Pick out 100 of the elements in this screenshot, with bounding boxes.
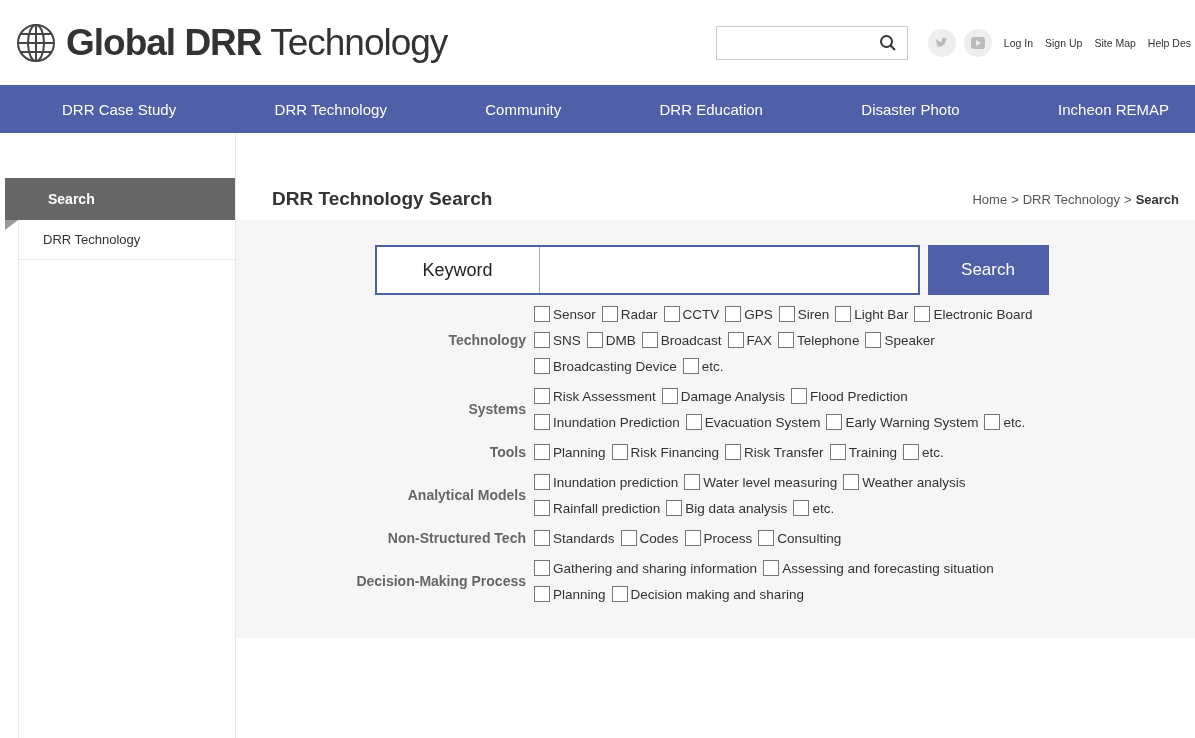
checkbox[interactable] [763,560,780,576]
option-label: Process [703,530,753,546]
checkbox[interactable] [534,414,550,430]
option-label: Risk Transfer [744,444,824,460]
option-label: Telephone [797,332,860,348]
breadcrumb-item: DRR Technology [1022,191,1121,207]
breadcrumb-item: Search [1135,191,1179,207]
option-label: Light Bar [854,306,909,322]
option-label: Decision making and sharing [630,586,804,602]
checkbox[interactable] [666,500,683,516]
sidebar-title: Search [5,178,235,220]
checkbox[interactable] [902,444,919,460]
breadcrumb-item: > [1124,191,1132,207]
checkbox[interactable] [984,414,1001,430]
header-link[interactable]: Site Map [1094,36,1136,49]
checkbox[interactable] [586,332,603,348]
checkbox[interactable] [684,474,701,490]
checkbox[interactable] [611,586,628,602]
checkbox[interactable] [534,444,550,460]
checkbox[interactable] [727,332,744,348]
option-label: etc. [812,500,835,516]
filter-label: Systems [467,401,527,417]
checkbox[interactable] [620,530,637,546]
keyword-field[interactable]: Keyword [374,245,920,295]
checkbox[interactable] [865,332,882,348]
checkbox[interactable] [534,306,550,322]
option-label: Training [848,444,897,460]
option-label: SNS [553,332,581,348]
option-label: Risk Assessment [553,388,656,404]
checkbox[interactable] [534,500,550,516]
option-label: Water level measuring [703,474,838,490]
search-icon[interactable] [878,33,897,52]
filter-label: Non-Structured Tech [386,530,527,546]
option-label: Siren [797,306,830,322]
nav-item[interactable]: Disaster Photo [861,100,960,118]
option-label: CCTV [682,306,720,322]
header-link[interactable]: Log In [1003,36,1033,49]
checkbox[interactable] [534,586,550,602]
checkbox[interactable] [725,444,742,460]
option-label: etc. [701,358,724,374]
sidebar-item[interactable]: DRR Technology [19,220,235,260]
checkbox[interactable] [778,332,795,348]
checkbox[interactable] [534,474,550,490]
checkbox[interactable] [661,388,678,404]
checkbox[interactable] [791,388,808,404]
nav-item[interactable]: DRR Technology [274,100,387,118]
globe-icon [16,22,56,63]
header-link[interactable]: Sign Up [1045,36,1083,49]
checkbox[interactable] [829,444,846,460]
checkbox[interactable] [725,306,742,322]
nav-item[interactable]: DRR Education [659,100,763,118]
nav-item[interactable]: Incheon REMAP [1058,100,1169,118]
option-label: Evacuation System [704,414,821,430]
checkbox[interactable] [534,332,550,348]
search-button[interactable]: Search [927,245,1049,295]
checkbox[interactable] [778,306,795,322]
option-label: Planning [553,586,606,602]
option-label: GPS [744,306,773,322]
option-label: Assessing and forecasting situation [782,560,994,576]
checkbox[interactable] [641,332,658,348]
checkbox[interactable] [611,444,628,460]
checkbox[interactable] [534,388,550,404]
option-label: Gathering and sharing information [553,560,758,576]
option-label: Speaker [884,332,935,348]
option-label: Codes [639,530,679,546]
header-link[interactable]: Help Des [1147,36,1191,49]
breadcrumb-item: > [1011,191,1019,207]
option-label: Broadcasting Device [553,358,677,374]
checkbox[interactable] [685,414,702,430]
site-logo[interactable]: Global DRR Technology [66,21,448,64]
option-label: Sensor [553,306,596,322]
checkbox[interactable] [835,306,852,322]
nav-item[interactable]: Community [485,100,562,118]
checkbox[interactable] [534,560,550,576]
checkbox[interactable] [914,306,931,322]
checkbox[interactable] [663,306,680,322]
option-label: Standards [553,530,615,546]
option-label: Early Warning System [845,414,979,430]
checkbox[interactable] [682,358,699,374]
checkbox[interactable] [601,306,618,322]
option-label: etc. [921,444,944,460]
search-field[interactable] [715,25,908,60]
checkbox[interactable] [826,414,843,430]
filter-label: Tools [488,444,527,460]
option-label: Radar [620,306,658,322]
checkbox[interactable] [534,530,550,546]
option-label: Big data analysis [685,500,788,516]
filter-label: Technology [447,332,527,348]
nav-item[interactable]: DRR Case Study [62,100,177,118]
option-label: Inundation Prediction [553,414,680,430]
page-title: DRR Technology Search [272,188,493,210]
checkbox[interactable] [684,530,701,546]
checkbox[interactable] [793,500,810,516]
option-label: Damage Analysis [680,388,786,404]
option-label: Broadcast [660,332,722,348]
checkbox[interactable] [534,358,550,374]
option-label: FAX [746,332,773,348]
checkbox[interactable] [843,474,860,490]
option-label: Risk Financing [630,444,720,460]
checkbox[interactable] [758,530,775,546]
